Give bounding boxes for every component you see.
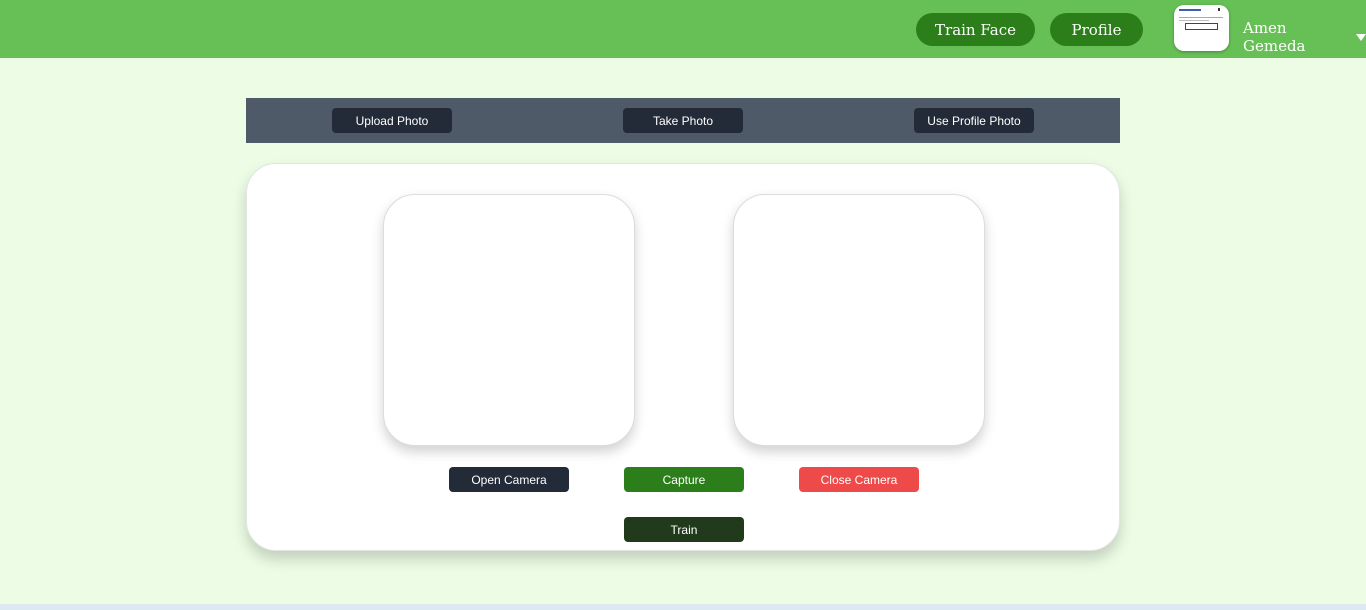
header-bar: Train Face Profile Amen Gemeda: [0, 0, 1366, 58]
upload-photo-button[interactable]: Upload Photo: [332, 108, 452, 133]
close-camera-button[interactable]: Close Camera: [799, 467, 919, 492]
camera-card: Open Camera Capture Close Camera Train: [246, 163, 1120, 551]
camera-preview: [383, 194, 635, 446]
user-menu[interactable]: Amen Gemeda: [1243, 19, 1366, 55]
user-name: Amen Gemeda: [1243, 19, 1306, 55]
use-profile-photo-button[interactable]: Use Profile Photo: [914, 108, 1034, 133]
avatar-thumbnail-line: [1179, 9, 1201, 11]
train-face-button[interactable]: Train Face: [916, 13, 1035, 46]
captured-photo-preview: [733, 194, 985, 446]
open-camera-button[interactable]: Open Camera: [449, 467, 569, 492]
capture-button[interactable]: Capture: [624, 467, 744, 492]
avatar-thumbnail-box: [1185, 23, 1218, 30]
avatar-thumbnail-dot: [1218, 8, 1220, 11]
bottom-edge: [0, 604, 1366, 610]
caret-down-icon: [1356, 33, 1366, 41]
profile-button[interactable]: Profile: [1050, 13, 1143, 46]
avatar-thumbnail-line: [1179, 20, 1209, 21]
take-photo-button[interactable]: Take Photo: [623, 108, 743, 133]
photo-source-toolbar: Upload Photo Take Photo Use Profile Phot…: [246, 98, 1120, 143]
avatar-thumbnail-line: [1179, 17, 1223, 18]
avatar[interactable]: [1174, 5, 1229, 51]
train-button[interactable]: Train: [624, 517, 744, 542]
